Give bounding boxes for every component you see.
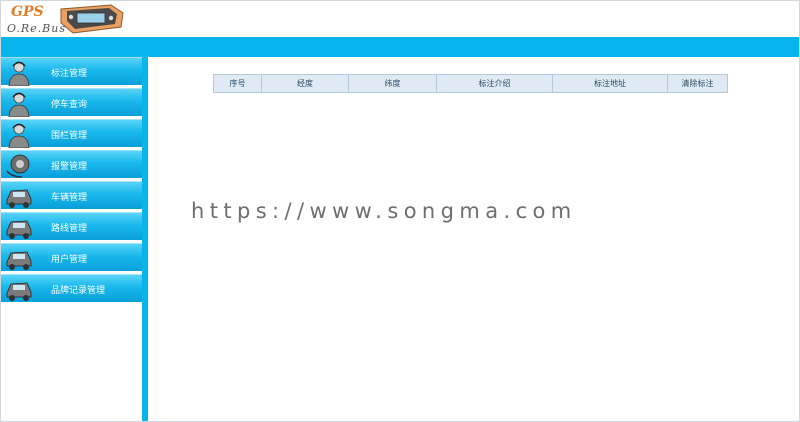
sidebar-item-user[interactable]: 用户管理 [1,243,142,271]
operator-icon [8,123,30,148]
column-header-index[interactable]: 序号 [213,74,262,93]
vehicle-icon [6,251,32,270]
column-header-longitude[interactable]: 经度 [261,74,349,93]
header: GPS O.Re.Bus [1,1,799,37]
sidebar-item-vehicle[interactable]: 车辆管理 [1,181,142,209]
sidebar-item-parking[interactable]: 停车查询 [1,88,142,117]
sidebar-item-label: 路线管理 [51,224,88,234]
column-header-latitude[interactable]: 纬度 [348,74,437,93]
logo-text-gps: GPS [11,4,44,20]
sidebar: 标注管理 停车查询 围栏管理 报警管理 车辆管理 路线管理 用户管理 品牌记录管… [1,57,142,421]
column-header-description[interactable]: 标注介绍 [436,74,553,93]
watermark-text: https://www.songma.com [191,199,577,223]
sidebar-item-label: 停车查询 [51,100,88,110]
main-content: 序号 经度 纬度 标注介绍 标注地址 清除标注 [148,57,799,421]
sidebar-item-label: 标注管理 [51,69,88,79]
column-header-address[interactable]: 标注地址 [552,74,668,93]
operator-icon [8,61,30,86]
sidebar-item-fence[interactable]: 围栏管理 [1,119,142,148]
vehicle-icon [6,220,32,239]
gps-device-icon [60,4,124,34]
sidebar-item-route[interactable]: 路线管理 [1,212,142,240]
annotation-table: 序号 经度 纬度 标注介绍 标注地址 清除标注 [213,74,728,93]
sidebar-item-brand-record[interactable]: 品牌记录管理 [1,274,142,302]
alarm-icon [6,154,30,178]
sidebar-item-label: 围栏管理 [51,131,88,141]
app-window: GPS O.Re.Bus 标注管理 停车查询 围栏管理 报警管理 车辆管理 路线… [0,0,800,422]
logo: GPS O.Re.Bus [3,3,133,37]
sidebar-item-label: 用户管理 [51,255,88,265]
sidebar-item-label: 品牌记录管理 [51,286,106,296]
column-header-clear[interactable]: 清除标注 [667,74,728,93]
table-header-row: 序号 经度 纬度 标注介绍 标注地址 清除标注 [213,74,728,93]
vehicle-icon [6,282,32,301]
sidebar-item-alarm[interactable]: 报警管理 [1,150,142,178]
sidebar-item-annotation[interactable]: 标注管理 [1,57,142,86]
top-bar [1,37,799,57]
sidebar-item-label: 车辆管理 [51,193,88,203]
sidebar-item-label: 报警管理 [51,162,88,172]
operator-icon [8,92,30,117]
vehicle-icon [6,189,32,208]
